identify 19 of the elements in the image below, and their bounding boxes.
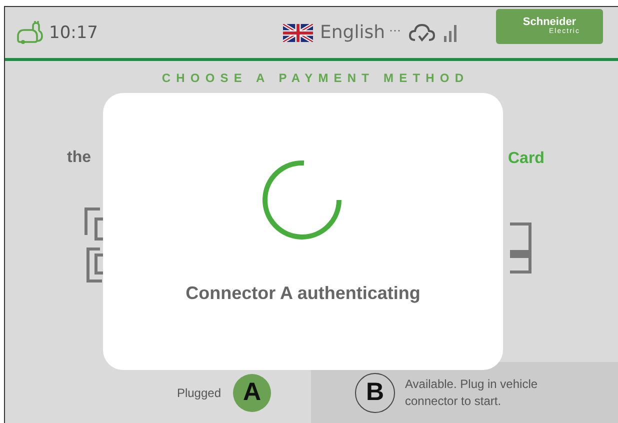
more-dots[interactable]: ··· xyxy=(389,22,401,36)
language-label[interactable]: English xyxy=(320,22,385,43)
logo-text: Schneider xyxy=(522,17,576,28)
scan-icon xyxy=(84,207,104,283)
flag-icon[interactable] xyxy=(283,24,313,42)
card-reader-icon xyxy=(508,222,532,274)
connector-badge[interactable]: A xyxy=(233,374,271,412)
clock-time: 10:17 xyxy=(49,22,98,42)
plug-icon xyxy=(15,20,45,44)
connector-status: Available. Plug in vehicle connector to start. xyxy=(405,376,539,410)
cloud-check-icon xyxy=(408,22,436,42)
payment-option-label: Card xyxy=(508,150,544,168)
connector-badge[interactable]: B xyxy=(355,372,395,412)
page-title: CHOOSE A PAYMENT METHOD xyxy=(160,71,470,85)
connector-status: Plugged xyxy=(176,386,221,400)
loading-spinner-icon xyxy=(261,159,343,241)
dialog-message: Connector A authenticating xyxy=(186,283,420,304)
signal-icon xyxy=(443,24,457,42)
instruction-text: the xyxy=(67,149,92,167)
